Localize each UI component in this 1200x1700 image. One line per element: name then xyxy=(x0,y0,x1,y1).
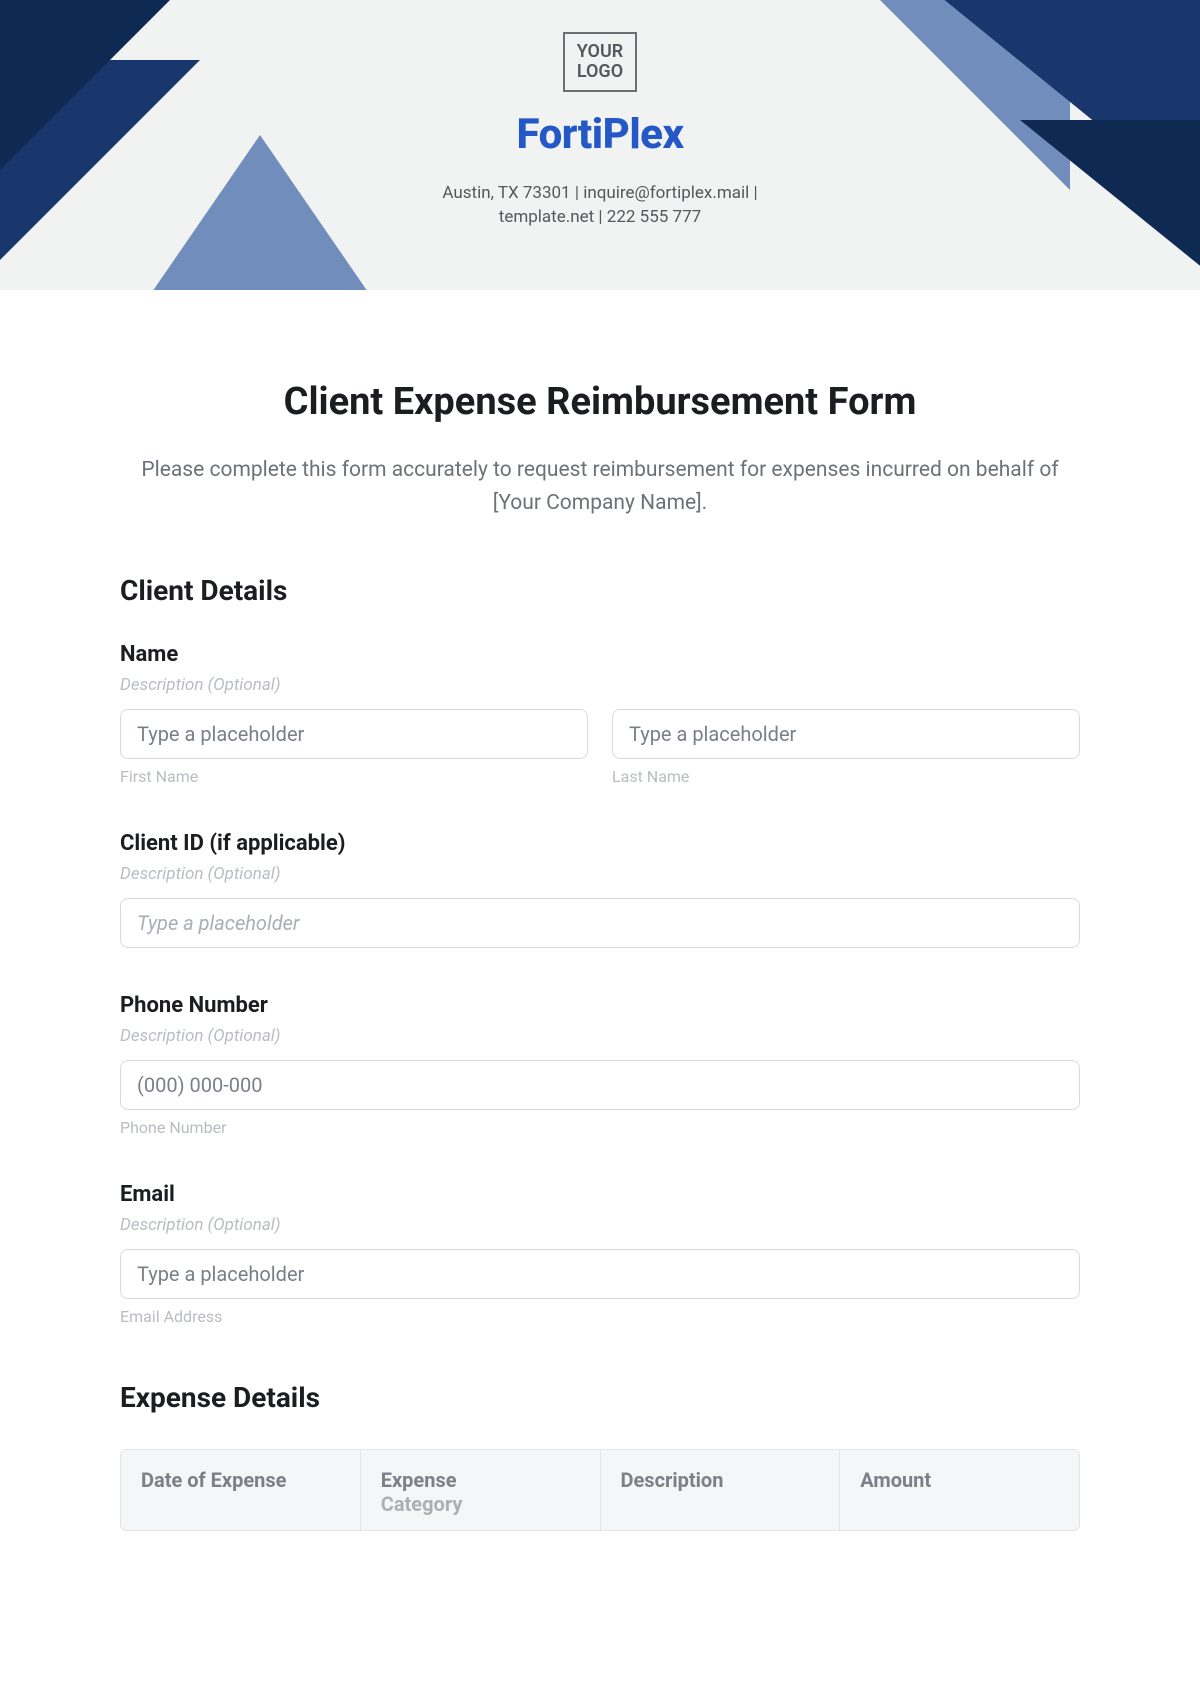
label-name: Name xyxy=(120,642,1080,667)
field-name: Name Description (Optional) First Name L… xyxy=(120,642,1080,786)
section-expense-details: Expense Details Date of Expense Expense … xyxy=(120,1381,1080,1531)
contact-line1: Austin, TX 73301 | inquire@fortiplex.mai… xyxy=(0,181,1200,206)
expense-table-header: Date of Expense Expense Category Descrip… xyxy=(120,1449,1080,1531)
label-email: Email xyxy=(120,1182,1080,1207)
sublabel-last-name: Last Name xyxy=(612,767,1080,786)
desc-client-id: Description (Optional) xyxy=(120,864,1080,884)
label-client-id: Client ID (if applicable) xyxy=(120,831,1080,856)
letterhead-header: YOUR LOGO FortiPlex Austin, TX 73301 | i… xyxy=(0,0,1200,290)
brand-name: FortiPlex xyxy=(0,110,1200,159)
logo-text-line1: YOUR xyxy=(577,42,623,62)
sublabel-phone: Phone Number xyxy=(120,1118,1080,1137)
field-client-id: Client ID (if applicable) Description (O… xyxy=(120,831,1080,948)
col-amount: Amount xyxy=(840,1450,1079,1530)
sublabel-email: Email Address xyxy=(120,1307,1080,1326)
desc-name: Description (Optional) xyxy=(120,675,1080,695)
section-client-details: Client Details xyxy=(120,574,1080,607)
desc-phone: Description (Optional) xyxy=(120,1026,1080,1046)
sublabel-first-name: First Name xyxy=(120,767,588,786)
form-intro: Please complete this form accurately to … xyxy=(120,454,1080,519)
logo-text-line2: LOGO xyxy=(577,62,623,82)
email-input[interactable] xyxy=(120,1249,1080,1299)
client-id-input[interactable] xyxy=(120,898,1080,948)
col-category: Expense Category xyxy=(361,1450,601,1530)
contact-line2: template.net | 222 555 777 xyxy=(0,205,1200,230)
first-name-input[interactable] xyxy=(120,709,588,759)
form-title: Client Expense Reimbursement Form xyxy=(120,380,1080,424)
col-date: Date of Expense xyxy=(121,1450,361,1530)
label-phone: Phone Number xyxy=(120,993,1080,1018)
phone-input[interactable] xyxy=(120,1060,1080,1110)
field-phone: Phone Number Description (Optional) Phon… xyxy=(120,993,1080,1137)
heading-expense-details: Expense Details xyxy=(120,1381,1080,1414)
logo-placeholder: YOUR LOGO xyxy=(563,32,637,92)
desc-email: Description (Optional) xyxy=(120,1215,1080,1235)
form-content: Client Expense Reimbursement Form Please… xyxy=(0,290,1200,1531)
field-email: Email Description (Optional) Email Addre… xyxy=(120,1182,1080,1326)
col-description: Description xyxy=(601,1450,841,1530)
last-name-input[interactable] xyxy=(612,709,1080,759)
contact-info: Austin, TX 73301 | inquire@fortiplex.mai… xyxy=(0,181,1200,230)
